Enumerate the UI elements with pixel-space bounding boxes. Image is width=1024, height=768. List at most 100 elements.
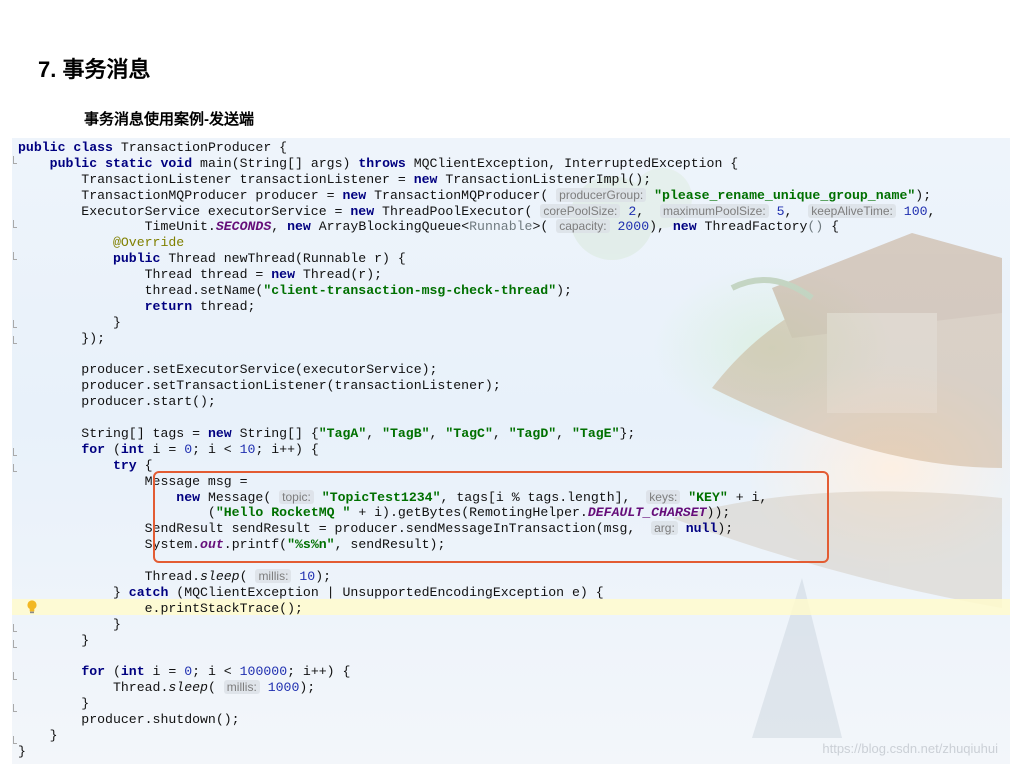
keyword-token: new <box>672 219 697 235</box>
code-token: ; i < <box>192 664 240 680</box>
gutter-fold-icon[interactable] <box>13 220 17 228</box>
code-token: , <box>429 426 446 442</box>
code-line: } <box>18 617 935 633</box>
param-hint: producerGroup: <box>556 187 647 202</box>
gutter-fold-icon[interactable] <box>13 624 17 632</box>
code-token: } <box>18 696 90 712</box>
param-hint: millis: <box>223 680 260 695</box>
keyword-token: return <box>144 298 193 314</box>
code-line: @Override <box>18 235 935 251</box>
code-line: } catch (MQClientException | Unsupported… <box>18 585 935 601</box>
code-token: ( <box>105 664 121 680</box>
code-token: } <box>18 632 90 648</box>
code-line: } <box>18 728 935 744</box>
code-token: MQClientException, InterruptedException … <box>405 155 739 171</box>
code-line: public static void main(String[] args) t… <box>18 156 935 172</box>
method-token: sleep <box>168 680 208 696</box>
param-hint: millis: <box>255 569 292 584</box>
code-token: i = <box>144 441 185 457</box>
code-line: e.printStackTrace(); <box>18 601 935 617</box>
gutter-fold-icon[interactable] <box>13 704 17 712</box>
param-hint: capacity: <box>556 219 610 234</box>
code-token: ThreadFactory <box>696 219 808 235</box>
keyword-token: int <box>120 664 145 680</box>
code-token: TransactionListener transactionListener … <box>18 171 414 187</box>
code-token: TransactionMQProducer( <box>366 187 557 203</box>
watermark-text: https://blog.csdn.net/zhuqiuhui <box>822 741 998 756</box>
gutter-fold-icon[interactable] <box>13 672 17 680</box>
code-token: Thread thread = <box>18 267 272 283</box>
keyword-token: throws <box>358 155 406 171</box>
keyword-token: catch <box>128 584 169 600</box>
code-token: , <box>636 203 660 219</box>
keyword-token: new <box>207 426 232 442</box>
string-token: "TagA" <box>318 426 367 442</box>
code-line: for (int i = 0; i < 100000; i++) { <box>18 664 935 680</box>
code-line: producer.setTransactionListener(transact… <box>18 378 935 394</box>
code-line: } <box>18 315 935 331</box>
code-token: >( <box>532 219 557 235</box>
code-token: producer.setTransactionListener(transact… <box>18 378 501 394</box>
code-token: thread.setName( <box>18 283 264 299</box>
code-token: producer.shutdown(); <box>18 712 240 728</box>
code-token: i = <box>144 664 185 680</box>
code-line: producer.setExecutorService(executorServ… <box>18 362 935 378</box>
code-token: Thread. <box>18 569 201 585</box>
keyword-token: int <box>120 441 145 457</box>
gutter-fold-icon[interactable] <box>13 320 17 328</box>
code-token: Thread newThread(Runnable r) { <box>160 251 406 267</box>
code-screenshot-panel: public class TransactionProducer { publi… <box>12 138 1010 764</box>
gutter-fold-icon[interactable] <box>13 448 17 456</box>
section-subtitle: 事务消息使用案例-发送端 <box>84 111 254 128</box>
gutter-fold-icon[interactable] <box>13 464 17 472</box>
gutter-fold-icon[interactable] <box>13 156 17 164</box>
annotation-token: @Override <box>112 235 185 251</box>
string-token: "TagC" <box>445 426 493 442</box>
highlighted-code-region <box>153 471 829 563</box>
gutter-fold-icon[interactable] <box>13 252 17 260</box>
string-token: "please_rename_unique_group_name" <box>654 187 916 203</box>
generic-token: () <box>807 219 824 235</box>
code-line: Thread.sleep( millis: 10); <box>18 569 935 585</box>
string-token: "client-transaction-msg-check-thread" <box>263 283 557 299</box>
code-line: } <box>18 696 935 712</box>
number-token: 0 <box>184 664 193 680</box>
number-token: 100 <box>903 203 928 219</box>
code-line: String[] tags = new String[] {"TagA", "T… <box>18 426 935 442</box>
code-token: } <box>18 314 121 330</box>
code-line: thread.setName("client-transaction-msg-c… <box>18 283 935 299</box>
gutter-fold-icon[interactable] <box>13 336 17 344</box>
code-token: TransactionProducer { <box>112 140 288 155</box>
number-token: 10 <box>239 441 256 457</box>
code-token: } <box>18 584 129 600</box>
code-token: TransactionListenerImpl(); <box>437 171 652 187</box>
number-token: 2000 <box>617 219 650 235</box>
page-title: 7. 事务消息 <box>38 57 151 82</box>
code-token: ), <box>649 219 673 235</box>
code-line: return thread; <box>18 299 935 315</box>
number-token: 5 <box>776 203 785 219</box>
code-token: main(String[] args) <box>192 155 359 171</box>
code-token: }; <box>619 426 636 442</box>
string-token: "TagE" <box>572 426 620 442</box>
keyword-token: new <box>271 267 295 283</box>
gutter-fold-icon[interactable] <box>13 736 17 744</box>
code-editor-text[interactable]: public class TransactionProducer { publi… <box>18 140 935 760</box>
code-token: } <box>18 727 58 743</box>
gutter-fold-icon[interactable] <box>13 640 17 648</box>
code-token: String[] tags = <box>18 426 208 442</box>
code-token: , <box>927 203 936 219</box>
code-token: ExecutorService executorService = <box>18 203 351 219</box>
code-token: , <box>784 203 809 219</box>
code-token: } <box>18 743 26 759</box>
keyword-token: try <box>112 457 137 473</box>
